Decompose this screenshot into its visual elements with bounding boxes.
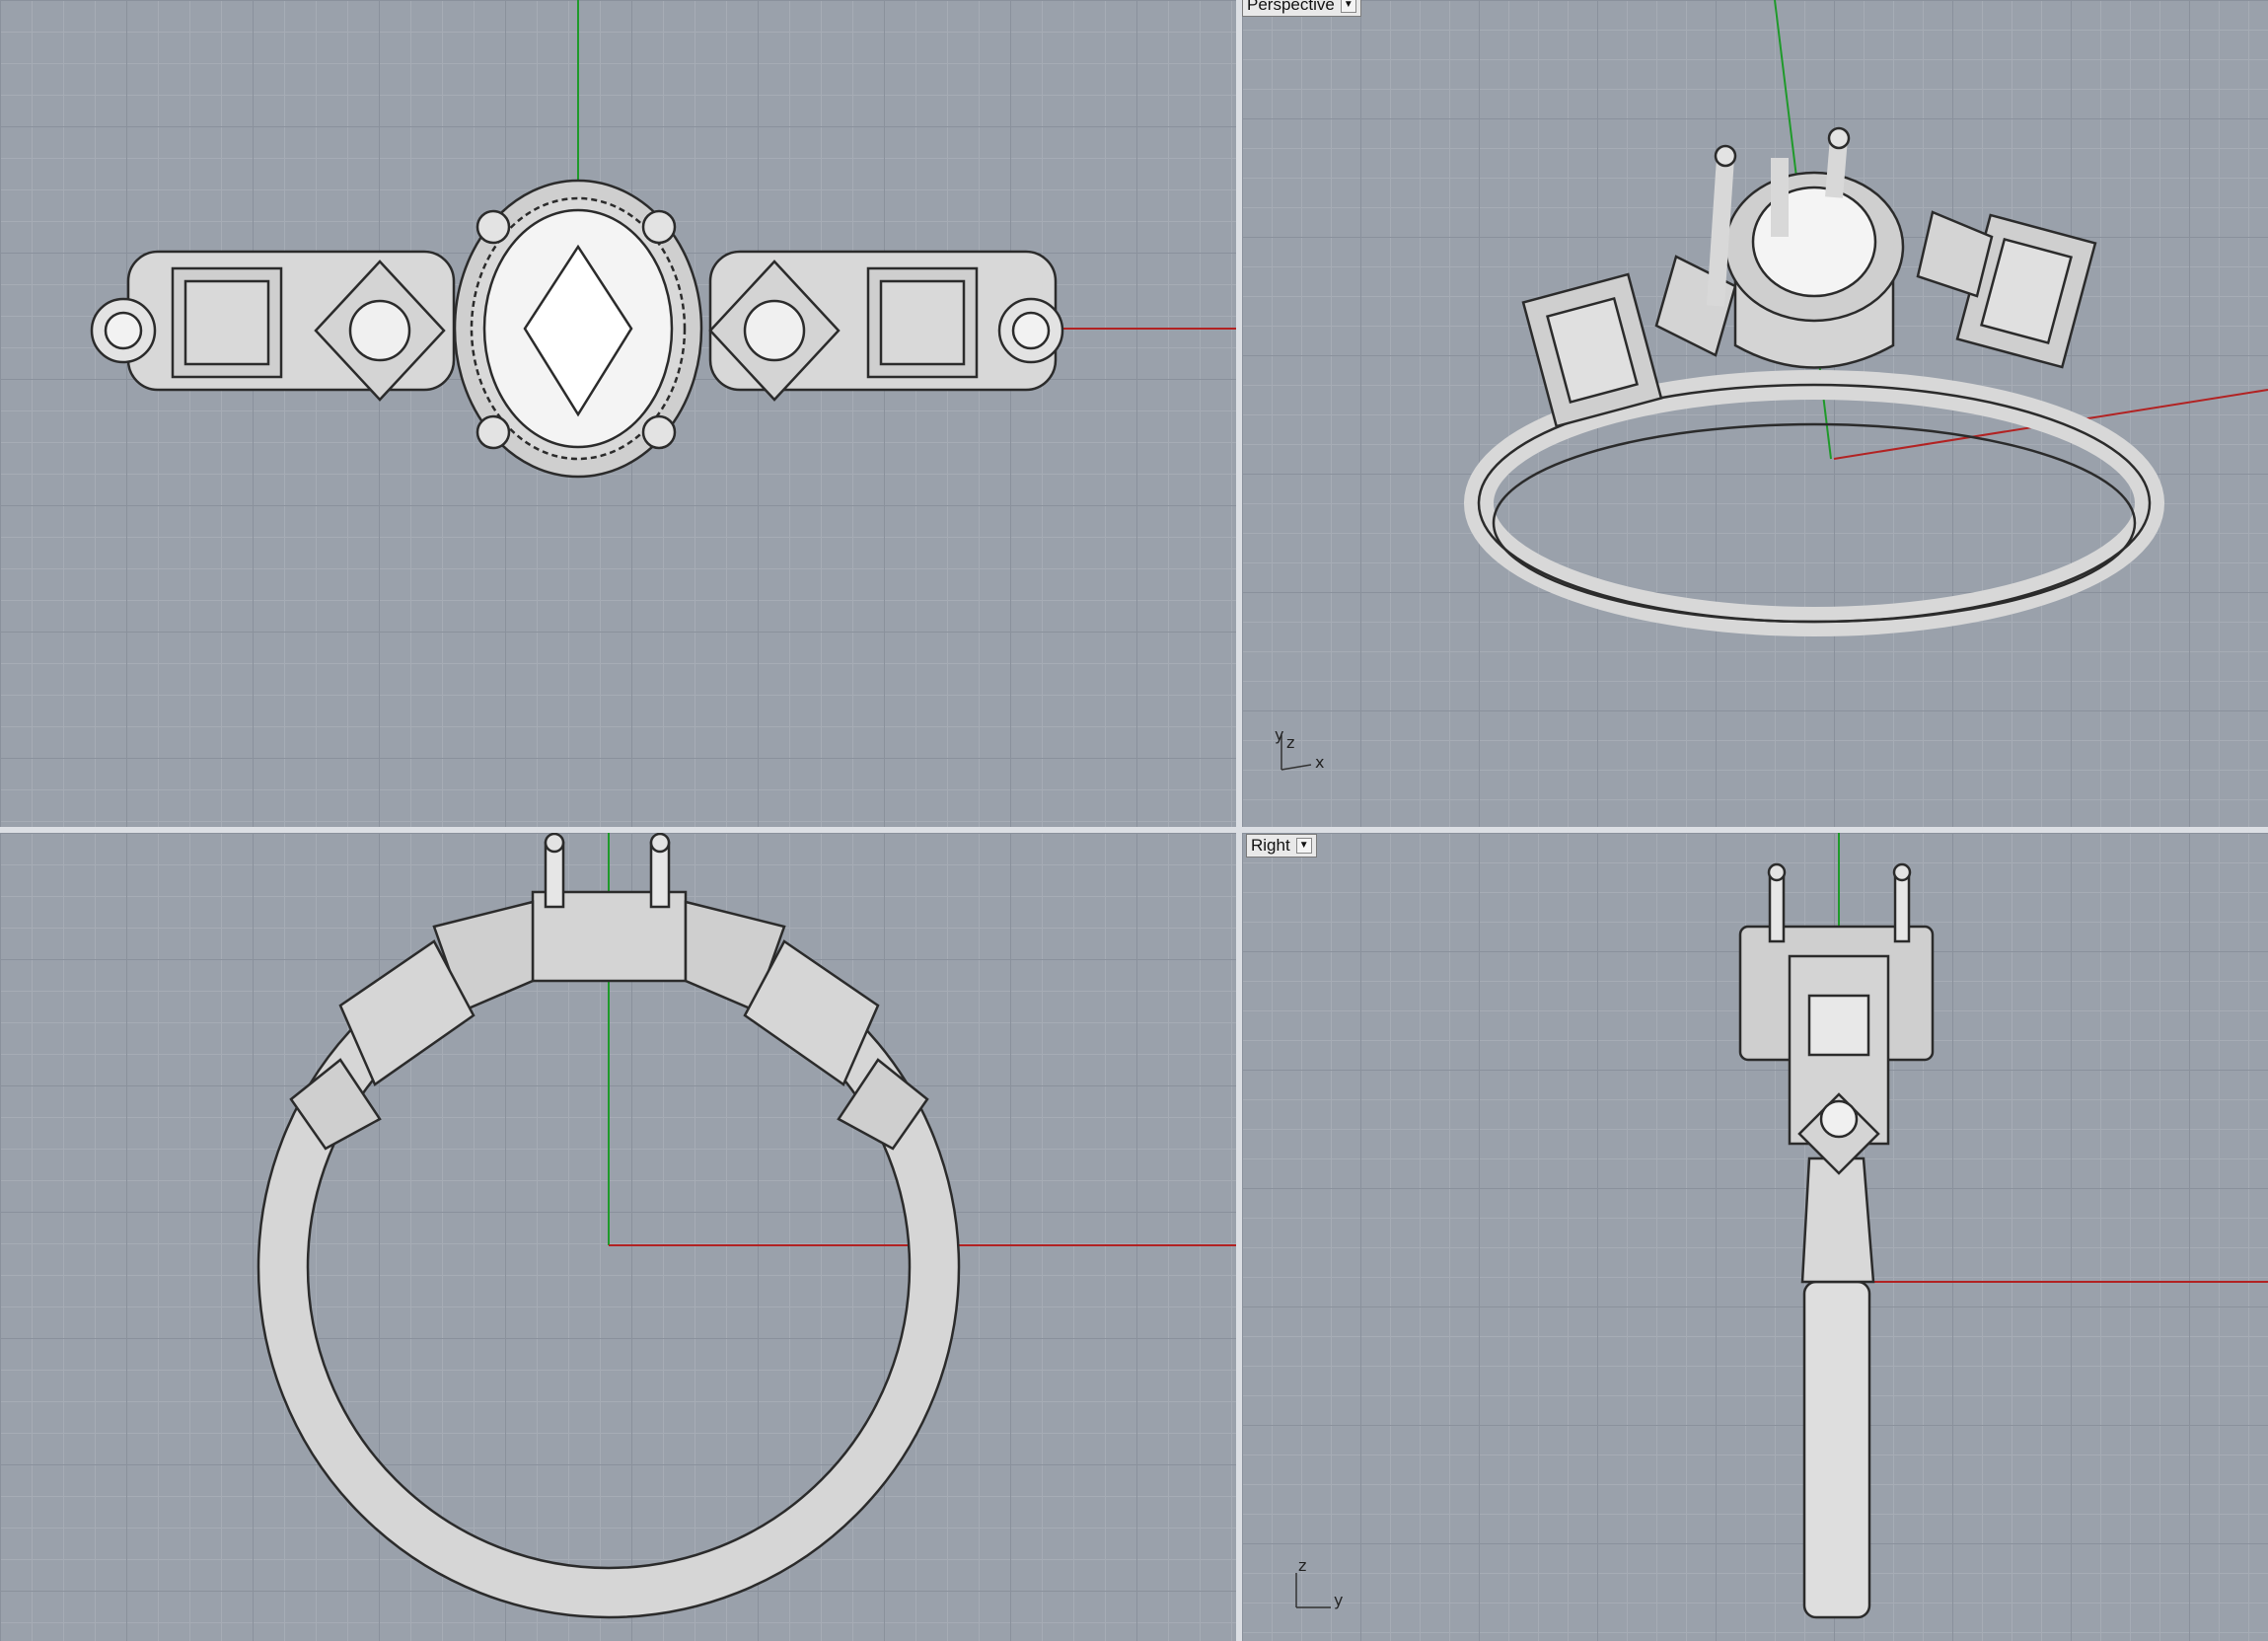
viewport-right[interactable]: z y Right ▼ [1242,833,2268,1641]
viewport-title: Right [1251,836,1290,855]
tab-perspective[interactable]: Perspective ▼ [1242,0,1361,17]
perspective-axis-gizmo: y z x [1275,725,1324,772]
perspective-view-canvas: y z x [1275,0,2268,772]
axis-y-label: y [1275,725,1283,744]
viewport-front[interactable] [0,833,1236,1641]
viewport-perspective[interactable]: y z x Perspective ▼ [1242,0,2268,827]
axis-x-label: x [1315,753,1324,772]
ring-perspective-model [1464,126,2164,636]
viewport-top[interactable] [0,0,1236,827]
chevron-down-icon[interactable]: ▼ [1340,0,1356,13]
ring-top-model [90,179,1064,479]
chevron-down-icon[interactable]: ▼ [1295,838,1312,854]
right-axis-gizmo: z y [1295,1556,1343,1609]
axis-z-label: z [1286,733,1294,752]
axis-y-label: y [1334,1591,1343,1609]
right-view-canvas: z y [1295,833,2268,1619]
axis-z-label: z [1298,1556,1306,1575]
top-view-canvas [90,0,1236,479]
viewport-title: Perspective [1247,0,1335,14]
front-view-canvas [256,833,1236,1619]
tab-right[interactable]: Right ▼ [1246,834,1317,858]
ring-right-model [1738,862,1935,1619]
